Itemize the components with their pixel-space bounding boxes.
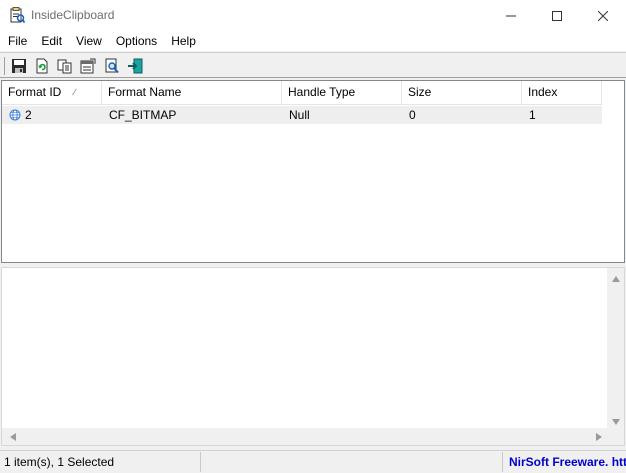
menu-help[interactable]: Help xyxy=(164,31,203,51)
menu-edit[interactable]: Edit xyxy=(34,31,69,51)
scroll-up-icon[interactable] xyxy=(607,270,624,287)
clipboard-format-icon xyxy=(9,109,21,121)
minimize-icon xyxy=(506,15,516,16)
status-item-count: 1 item(s), 1 Selected xyxy=(0,452,201,472)
menu-view[interactable]: View xyxy=(69,31,109,51)
menu-file[interactable]: File xyxy=(0,31,34,51)
save-icon xyxy=(12,59,26,73)
horizontal-scrollbar[interactable] xyxy=(2,428,607,445)
content-preview-pane[interactable] xyxy=(1,267,625,446)
column-label: Handle Type xyxy=(288,85,356,99)
column-header-format-name[interactable]: Format Name xyxy=(102,81,282,105)
maximize-button[interactable] xyxy=(534,0,580,31)
exit-icon xyxy=(128,58,143,74)
app-window: InsideClipboard File Edit View Options H… xyxy=(0,0,626,473)
toolbar xyxy=(0,52,626,78)
sort-ascending-icon: ∕ xyxy=(74,87,76,97)
scroll-corner xyxy=(607,428,624,445)
find-icon xyxy=(105,58,119,74)
find-button[interactable] xyxy=(103,57,121,75)
table-row[interactable]: 2 CF_BITMAP Null 0 1 xyxy=(2,106,602,124)
cell-size: 0 xyxy=(409,108,416,122)
maximize-icon xyxy=(552,10,562,21)
column-header-handle-type[interactable]: Handle Type xyxy=(282,81,402,105)
list-header: Format ID ∕ Format Name Handle Type Size… xyxy=(2,81,602,105)
refresh-button[interactable] xyxy=(33,57,51,75)
menu-bar: File Edit View Options Help xyxy=(0,31,626,51)
column-header-format-id[interactable]: Format ID ∕ xyxy=(2,81,102,105)
column-header-size[interactable]: Size xyxy=(402,81,522,105)
column-label: Size xyxy=(408,85,432,99)
menu-options[interactable]: Options xyxy=(109,31,164,51)
title-bar: InsideClipboard xyxy=(0,0,626,31)
scroll-left-icon[interactable] xyxy=(4,428,21,445)
column-label: Index xyxy=(528,85,558,99)
copy-button[interactable] xyxy=(56,57,74,75)
exit-button[interactable] xyxy=(126,57,144,75)
cell-handle-type: Null xyxy=(289,108,310,122)
minimize-button[interactable] xyxy=(488,0,534,31)
status-panel xyxy=(203,452,503,472)
clipboard-format-list[interactable]: Format ID ∕ Format Name Handle Type Size… xyxy=(1,80,625,263)
status-bar: 1 item(s), 1 Selected NirSoft Freeware. … xyxy=(0,450,626,473)
properties-icon xyxy=(80,58,96,74)
properties-button[interactable] xyxy=(79,57,97,75)
window-title: InsideClipboard xyxy=(31,8,115,22)
cell-format-id: 2 xyxy=(25,108,32,122)
cell-format-name: CF_BITMAP xyxy=(109,108,177,122)
vertical-scrollbar[interactable] xyxy=(607,268,624,430)
column-label: Format ID xyxy=(8,85,62,99)
app-clipboard-icon xyxy=(9,7,26,24)
column-header-index[interactable]: Index xyxy=(522,81,602,105)
copy-icon xyxy=(57,59,72,74)
nirsoft-link[interactable]: NirSoft Freeware. htt xyxy=(509,452,626,472)
toolbar-separator xyxy=(4,57,5,75)
refresh-icon xyxy=(36,58,48,74)
cell-index: 1 xyxy=(529,108,536,122)
save-button[interactable] xyxy=(10,57,28,75)
scroll-right-icon[interactable] xyxy=(590,428,607,445)
close-button[interactable] xyxy=(580,0,626,31)
close-icon xyxy=(598,10,608,21)
column-label: Format Name xyxy=(108,85,182,99)
